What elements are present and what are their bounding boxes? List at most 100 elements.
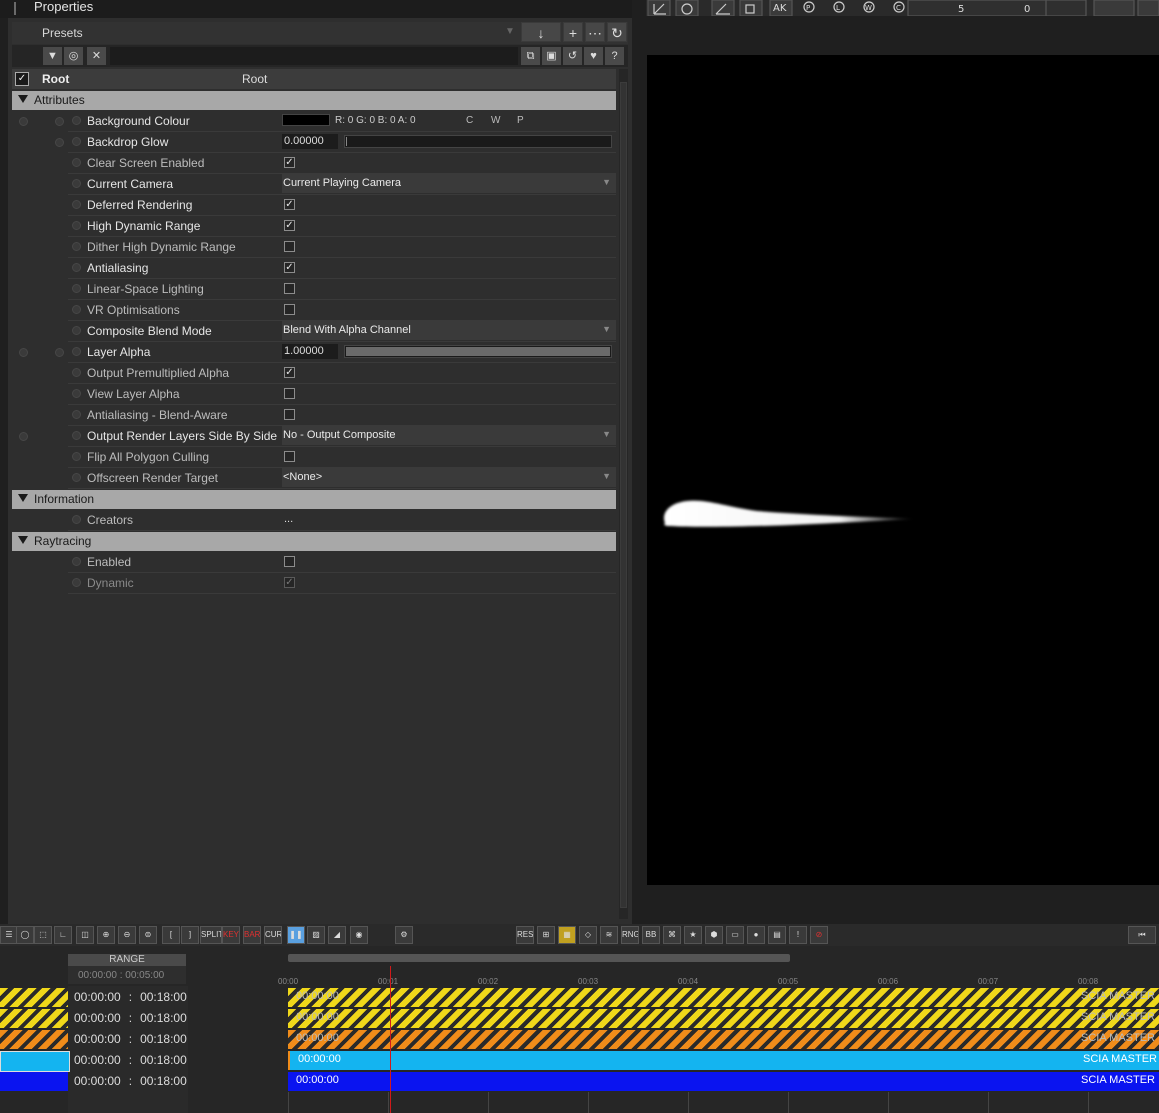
offscreen-render-target-dropdown[interactable]: <None> ▼ — [282, 468, 616, 487]
filter-button[interactable]: ▼ — [43, 47, 62, 65]
lasso-button[interactable]: ◯ — [16, 926, 34, 944]
track-time-range[interactable]: 00:00:00:00:18:00 — [74, 990, 187, 1004]
timeline-clip[interactable]: 00:00:00 SCIA MASTER — [288, 1072, 1159, 1091]
property-row-view-layer-alpha[interactable]: View Layer Alpha — [68, 384, 616, 405]
timeline-clip[interactable]: 00:00:00 SCIA MASTER — [288, 988, 1159, 1007]
keyframe-dot-icon[interactable] — [72, 284, 81, 293]
track-time-range[interactable]: 00:00:00:00:18:00 — [74, 1074, 187, 1088]
playhead[interactable] — [390, 966, 391, 1113]
keyframe-dot-icon[interactable] — [72, 221, 81, 230]
more-options-button[interactable]: ⋯ — [585, 22, 605, 42]
zoom-out-button[interactable]: ⊖ — [118, 926, 136, 944]
chevron-down-icon[interactable]: ▼ — [505, 26, 515, 37]
colour-mode-p-button[interactable]: P — [517, 115, 524, 126]
keyframe-dot-icon[interactable] — [72, 116, 81, 125]
property-row-dither-high-dynamic-range[interactable]: Dither High Dynamic Range — [68, 237, 616, 258]
track-end-time[interactable]: 00:18:00 — [140, 1011, 187, 1025]
current-camera-dropdown[interactable]: Current Playing Camera ▼ — [282, 174, 616, 193]
viewport-toolbar-icons[interactable]: AK P L W C 5 0 — [646, 0, 1159, 17]
range-start[interactable]: 00:00:00 — [78, 970, 117, 981]
property-row-antialiasing-blend-aware[interactable]: Antialiasing - Blend-Aware — [68, 405, 616, 426]
collapse-triangle-icon[interactable] — [18, 494, 28, 502]
help-dot-icon[interactable] — [19, 432, 28, 441]
property-row-antialiasing[interactable]: Antialiasing ✓ — [68, 258, 616, 279]
select-button[interactable]: ⬚ — [34, 926, 52, 944]
property-row-high-dynamic-range[interactable]: High Dynamic Range ✓ — [68, 216, 616, 237]
star-button[interactable]: ★ — [684, 926, 702, 944]
output-premultiplied-alpha-checkbox[interactable]: ✓ — [284, 367, 295, 378]
keyframe-dot-icon[interactable] — [72, 263, 81, 272]
track-time-range[interactable]: 00:00:00:00:18:00 — [74, 1032, 187, 1046]
colour-mode-w-button[interactable]: W — [491, 115, 500, 126]
property-row-output-premultiplied-alpha[interactable]: Output Premultiplied Alpha ✓ — [68, 363, 616, 384]
keyframe-dot-icon[interactable] — [72, 473, 81, 482]
layers-button[interactable]: ≋ — [600, 926, 618, 944]
root-checkbox[interactable]: ✓ — [15, 72, 29, 86]
property-row-layer-alpha[interactable]: Layer Alpha 1.00000 — [68, 342, 616, 363]
track-header[interactable] — [0, 1009, 68, 1028]
track-header[interactable] — [0, 1072, 68, 1091]
fade-button[interactable]: ◢ — [328, 926, 346, 944]
zoom-in-button[interactable]: ⊕ — [97, 926, 115, 944]
track-header[interactable] — [0, 1030, 68, 1049]
track-end-time[interactable]: 00:18:00 — [140, 1074, 187, 1088]
grid-button[interactable]: ⊞ — [537, 926, 555, 944]
track-time-range[interactable]: 00:00:00:00:18:00 — [74, 1011, 187, 1025]
collapse-triangle-icon[interactable] — [18, 536, 28, 544]
view-layer-alpha-checkbox[interactable] — [284, 388, 295, 399]
keyframe-dot-icon[interactable] — [72, 305, 81, 314]
key-button[interactable]: KEY — [222, 926, 240, 944]
keyframe-dot-icon[interactable] — [72, 179, 81, 188]
track-header[interactable] — [0, 988, 68, 1007]
warning-button[interactable]: ! — [789, 926, 807, 944]
property-row-clear-screen-enabled[interactable]: Clear Screen Enabled ✓ — [68, 153, 616, 174]
download-preset-button[interactable]: ↓ — [521, 22, 561, 42]
filter-search-input[interactable] — [110, 47, 518, 65]
colour-button[interactable]: ▦ — [558, 926, 576, 944]
cur-button[interactable]: CUR — [264, 926, 282, 944]
flip-all-polygon-culling-checkbox[interactable] — [284, 451, 295, 462]
collapse-triangle-icon[interactable] — [18, 95, 28, 103]
timeline-horizontal-scrollbar[interactable] — [288, 954, 790, 962]
layer-alpha-number-input[interactable]: 1.00000 — [282, 344, 338, 359]
keyframe-dot-icon[interactable] — [72, 578, 81, 587]
property-row-enabled[interactable]: Enabled — [68, 552, 616, 573]
axis-button[interactable]: ∟ — [54, 926, 72, 944]
property-row-current-camera[interactable]: Current Camera Current Playing Camera ▼ — [68, 174, 616, 195]
panel-grip-handle[interactable] — [14, 2, 16, 15]
section-information[interactable]: Information — [12, 490, 616, 509]
property-row-deferred-rendering[interactable]: Deferred Rendering ✓ — [68, 195, 616, 216]
range-end[interactable]: 00:05:00 — [125, 970, 164, 981]
track-start-time[interactable]: 00:00:00 — [74, 1053, 121, 1067]
property-row-backdrop-glow[interactable]: Backdrop Glow 0.00000 — [68, 132, 616, 153]
property-row-background-colour[interactable]: Background Colour R: 0 G: 0 B: 0 A: 0 C W P — [68, 111, 616, 132]
track-header[interactable] — [0, 1051, 70, 1072]
backdrop-glow-number-input[interactable]: 0.00000 — [282, 134, 338, 149]
deferred-rendering-checkbox[interactable]: ✓ — [284, 199, 295, 210]
keyframe-dot-icon[interactable] — [55, 348, 64, 357]
paste-button[interactable]: ▣ — [542, 47, 561, 65]
clear-filter-button[interactable]: ✕ — [87, 47, 106, 65]
section-raytracing[interactable]: Raytracing — [12, 532, 616, 551]
fit-button[interactable]: ⊜ — [139, 926, 157, 944]
target-button[interactable]: ◎ — [64, 47, 83, 65]
antialiasing-blend-aware-checkbox[interactable] — [284, 409, 295, 420]
help-dot-icon[interactable] — [19, 348, 28, 357]
composite-blend-mode-dropdown[interactable]: Blend With Alpha Channel ▼ — [282, 321, 616, 340]
root-row[interactable] — [12, 69, 616, 89]
property-row-linear-space-lighting[interactable]: Linear-Space Lighting — [68, 279, 616, 300]
keyframe-dot-icon[interactable] — [72, 347, 81, 356]
keyframe-dot-icon[interactable] — [72, 137, 81, 146]
go-to-start-button[interactable]: ⏮ — [1128, 926, 1156, 944]
vr-button[interactable]: ▭ — [726, 926, 744, 944]
property-row-output-render-layers-side-by-side[interactable]: Output Render Layers Side By Side No - Ou… — [68, 426, 616, 447]
timeline-clip[interactable]: 00:00:00 SCIA MASTER — [288, 1030, 1159, 1049]
timeline-clip[interactable]: 00:00:00 SCIA MASTER — [288, 1051, 1159, 1070]
time-ruler[interactable] — [190, 966, 1159, 984]
creators-value[interactable]: ... — [284, 513, 293, 525]
dither-high-dynamic-range-checkbox[interactable] — [284, 241, 295, 252]
output-render-layers-side-by-side-dropdown[interactable]: No - Output Composite ▼ — [282, 426, 616, 445]
stop-button[interactable]: ⊘ — [810, 926, 828, 944]
property-row-flip-all-polygon-culling[interactable]: Flip All Polygon Culling — [68, 447, 616, 468]
keyframe-dot-icon[interactable] — [55, 117, 64, 126]
